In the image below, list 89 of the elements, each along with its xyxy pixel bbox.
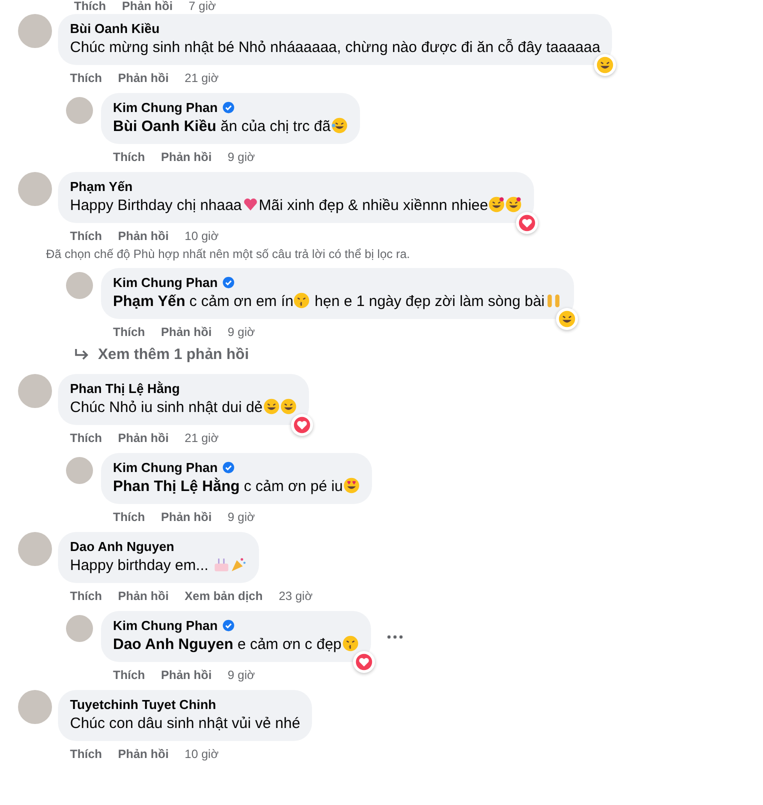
action-link[interactable]: Thích: [113, 668, 145, 682]
author-name[interactable]: Kim Chung Phan: [113, 459, 218, 476]
heart-reaction-icon[interactable]: [290, 414, 313, 436]
action-link[interactable]: Thích: [70, 747, 102, 761]
kissing-face-icon: [293, 292, 310, 309]
hands-icon: [544, 292, 562, 309]
comment-time[interactable]: 21 giờ: [184, 71, 219, 85]
heart-reaction-icon[interactable]: [352, 651, 375, 673]
comment-text: Happy Birthday chị nhaaa: [70, 197, 242, 214]
more-options-icon[interactable]: [386, 634, 403, 638]
comment-time[interactable]: 9 giờ: [228, 150, 255, 164]
comment-time[interactable]: 9 giờ: [228, 510, 255, 524]
comment-text: Chúc con dâu sinh nhật vủi vẻ nhé: [70, 715, 300, 732]
mention-link[interactable]: Phan Thị Lệ Hằng: [113, 478, 240, 495]
comment-text: c cảm ơn pé iu: [242, 478, 343, 495]
action-link[interactable]: Thích: [70, 229, 102, 243]
author-name[interactable]: Kim Chung Phan: [113, 99, 218, 116]
verified-badge-icon: [222, 276, 235, 289]
cake-icon: [212, 556, 230, 573]
action-link[interactable]: Thích: [113, 325, 145, 339]
action-link[interactable]: Thích: [113, 150, 145, 164]
kissing-face-icon: [342, 635, 359, 652]
author-name[interactable]: Bùi Oanh Kiều: [70, 20, 160, 37]
avatar[interactable]: [18, 172, 52, 206]
comment-text: e cảm ơn c đẹp: [236, 636, 342, 653]
comment-text: c cảm ơn em ín: [188, 293, 294, 310]
comment-text: hẹn e 1 ngày đẹp zời làm sòng bài: [314, 293, 545, 310]
heart-eyes-face-icon: [342, 477, 360, 494]
comment-time[interactable]: 10 giờ: [184, 747, 219, 761]
author-name[interactable]: Dao Anh Nguyen: [70, 538, 174, 555]
mention-link[interactable]: Bùi Oanh Kiều: [113, 118, 216, 135]
action-link[interactable]: Phản hồi: [118, 431, 169, 445]
action-link[interactable]: Thích: [74, 0, 106, 13]
author-name[interactable]: Phạm Yến: [70, 178, 133, 195]
comment-time[interactable]: 9 giờ: [228, 325, 255, 339]
heart-icon: [242, 196, 259, 213]
action-link[interactable]: Thích: [70, 431, 102, 445]
action-link[interactable]: Phản hồi: [118, 589, 169, 603]
action-link[interactable]: Phản hồi: [161, 150, 212, 164]
author-name[interactable]: Kim Chung Phan: [113, 617, 218, 634]
avatar[interactable]: [66, 272, 93, 299]
tired-face-icon: [262, 398, 280, 415]
comment-text: ăn của chị trc đã: [220, 118, 331, 135]
filter-note: Đã chọn chế độ Phù hợp nhất nên một số câu trả lời có thể bị lọc ra.: [46, 247, 410, 261]
avatar[interactable]: [18, 374, 52, 408]
action-link[interactable]: Xem bản dịch: [184, 589, 263, 603]
smiling-face-icon: [505, 196, 522, 213]
action-link[interactable]: Phản hồi: [118, 229, 169, 243]
laughing-reaction-icon[interactable]: [594, 54, 616, 76]
author-name[interactable]: Phan Thị Lệ Hằng: [70, 380, 180, 397]
action-link[interactable]: Phản hồi: [118, 747, 169, 761]
author-name[interactable]: Tuyetchinh Tuyet Chinh: [70, 696, 216, 713]
comment-text: Mãi xinh đẹp & nhiều xiềnnn nhiee: [258, 197, 488, 214]
comment-time[interactable]: 10 giờ: [184, 229, 219, 243]
comment-text: Chúc Nhỏ iu sinh nhật dui dẻ: [70, 399, 263, 416]
action-link[interactable]: Phản hồi: [122, 0, 173, 13]
action-link[interactable]: Thích: [70, 589, 102, 603]
heart-reaction-icon[interactable]: [516, 212, 538, 234]
laughing-reaction-icon[interactable]: [556, 308, 578, 330]
action-link[interactable]: Thích: [70, 71, 102, 85]
action-link[interactable]: Phản hồi: [118, 71, 169, 85]
reply-arrow-icon: [74, 348, 90, 362]
comment-time[interactable]: 7 giờ: [188, 0, 216, 13]
action-link[interactable]: Phản hồi: [161, 510, 212, 524]
comment-text: Chúc mừng sinh nhật bé Nhỏ nháaaaaa, chừng nào được đi ăn cỗ đây taaaaaa: [70, 39, 600, 56]
comment-time[interactable]: 9 giờ: [228, 668, 255, 682]
verified-badge-icon: [222, 619, 235, 632]
avatar[interactable]: [66, 615, 93, 642]
avatar[interactable]: [66, 457, 93, 484]
action-link[interactable]: Phản hồi: [161, 325, 212, 339]
view-more-replies-link[interactable]: Xem thêm 1 phản hồi: [98, 346, 249, 363]
tired-face-icon: [280, 398, 297, 415]
party-popper-icon: [230, 556, 247, 573]
mention-link[interactable]: Phạm Yến: [113, 293, 186, 310]
author-name[interactable]: Kim Chung Phan: [113, 274, 218, 291]
comment-time[interactable]: 23 giờ: [278, 589, 313, 603]
smiling-face-icon: [488, 196, 506, 213]
comment-text: Happy birthday em...: [70, 557, 210, 574]
avatar[interactable]: [18, 690, 52, 724]
comment-time[interactable]: 21 giờ: [184, 431, 219, 445]
action-link[interactable]: Thích: [113, 510, 145, 524]
mention-link[interactable]: Dao Anh Nguyen: [113, 636, 234, 653]
verified-badge-icon: [222, 461, 235, 474]
verified-badge-icon: [222, 101, 235, 114]
laughing-face-icon: [330, 117, 348, 134]
avatar[interactable]: [18, 532, 52, 566]
avatar[interactable]: [66, 97, 93, 124]
avatar[interactable]: [18, 14, 52, 48]
action-link[interactable]: Phản hồi: [161, 668, 212, 682]
